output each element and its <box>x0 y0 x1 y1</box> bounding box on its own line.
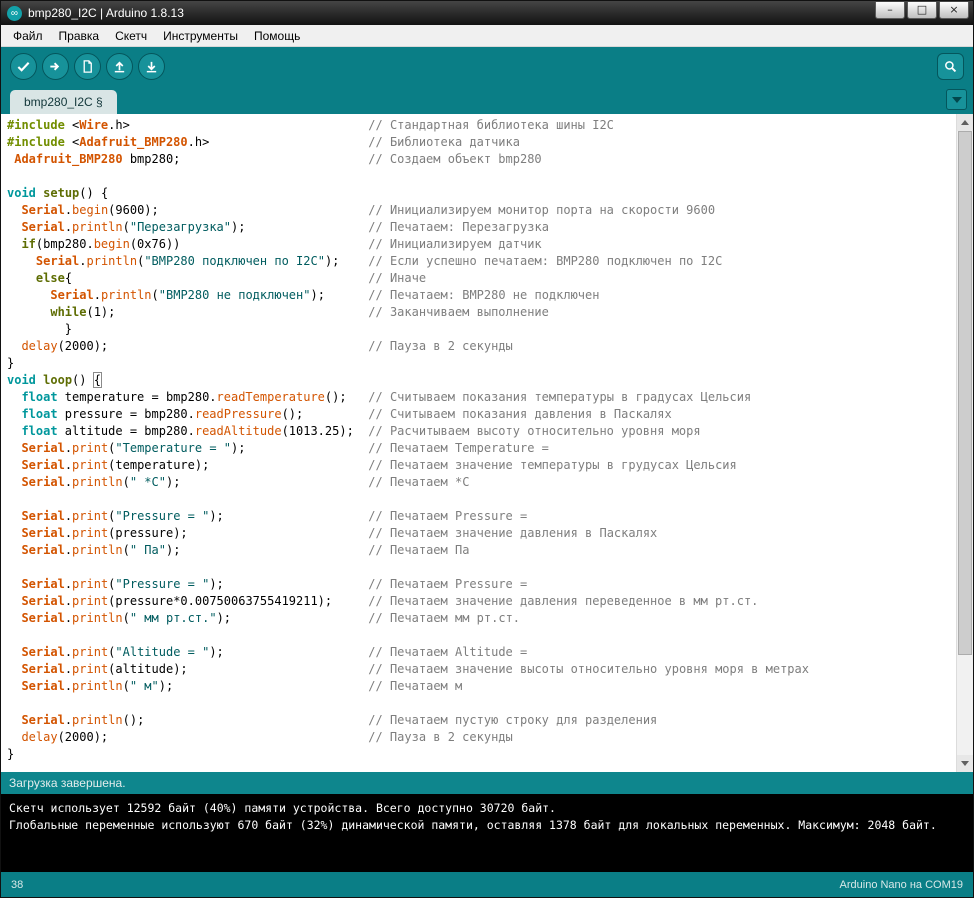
code-line: } <box>7 356 15 370</box>
code-line: void setup() { <box>7 186 109 200</box>
console-line: Глобальные переменные используют 670 бай… <box>9 818 937 832</box>
code-line: float temperature = bmp280.readTemperatu… <box>21 390 752 404</box>
code-line: Serial.println("Перезагрузка"); // Печат… <box>21 220 549 234</box>
arrow-down-icon <box>146 61 157 72</box>
scroll-down-button[interactable] <box>957 755 973 772</box>
code-line: else{ // Иначе <box>35 271 427 285</box>
arrow-right-icon <box>50 62 60 70</box>
code-line: while(1); // Заканчиваем выполнение <box>50 305 549 319</box>
menu-bar: Файл Правка Скетч Инструменты Помощь <box>1 25 973 47</box>
code-line: float altitude = bmp280.readAltitude(101… <box>21 424 701 438</box>
tab-bmp280-i2c[interactable]: bmp280_I2C § <box>10 90 117 114</box>
code-line: Serial.println(" мм рт.ст."); // Печатае… <box>21 611 521 625</box>
magnifier-icon <box>945 60 957 72</box>
arduino-logo-icon: ∞ <box>7 5 22 21</box>
code-line: Serial.println(" *C"); // Печатаем *C <box>21 475 470 489</box>
code-line: delay(2000); // Пауза в 2 секунды <box>21 339 513 353</box>
code-editor[interactable]: #include <Wire.h> // Стандартная библиот… <box>1 114 956 772</box>
code-line: } <box>7 322 73 336</box>
verify-button[interactable] <box>10 52 37 80</box>
code-line: float pressure = bmp280.readPressure(); … <box>21 407 672 421</box>
close-button[interactable]: × <box>939 2 969 19</box>
new-sketch-button[interactable] <box>74 52 101 80</box>
title-bar[interactable]: ∞ bmp280_I2C | Arduino 1.8.13 – □ × <box>1 1 973 25</box>
serial-monitor-button[interactable] <box>937 52 964 80</box>
code-line: Serial.print(altitude); // Печатаем знач… <box>21 662 809 676</box>
menu-help[interactable]: Помощь <box>246 26 308 46</box>
code-line: Serial.println(" м"); // Печатаем м <box>21 679 463 693</box>
console-output[interactable]: Скетч использует 12592 байт (40%) памяти… <box>1 794 973 872</box>
code-line: Serial.print("Pressure = "); // Печатаем… <box>21 577 528 591</box>
code-line: Serial.print(temperature); // Печатаем з… <box>21 458 737 472</box>
chevron-down-icon <box>951 96 962 103</box>
menu-tools[interactable]: Инструменты <box>155 26 246 46</box>
code-line: Serial.println("BMP280 подключен по I2C"… <box>35 254 723 268</box>
status-bar: Загрузка завершена. <box>1 772 973 794</box>
code-line: if(bmp280.begin(0x76)) // Инициализируем… <box>21 237 542 251</box>
code-line: #include <Adafruit_BMP280.h> // Библиоте… <box>7 135 520 149</box>
tab-dropdown-button[interactable] <box>946 89 967 110</box>
footer-bar: 38 Arduino Nano на COM19 <box>1 872 973 897</box>
code-line: Serial.println("BMP280 не подключен"); /… <box>50 288 600 302</box>
cursor-line-indicator: 38 <box>11 878 24 891</box>
menu-edit[interactable]: Правка <box>51 26 108 46</box>
editor-scrollbar[interactable] <box>956 114 973 772</box>
code-line: Serial.print("Altitude = "); // Печатаем… <box>21 645 528 659</box>
minimize-button[interactable]: – <box>875 2 905 19</box>
code-line: Adafruit_BMP280 bmp280; // Создаем объек… <box>14 152 542 166</box>
code-line: Serial.println(" Па"); // Печатаем Па <box>21 543 470 557</box>
tab-label: bmp280_I2C § <box>24 95 103 109</box>
board-port-label: Arduino Nano на COM19 <box>839 878 963 891</box>
window-controls: – □ × <box>875 1 969 25</box>
code-line: Serial.print(pressure*0.0075006375541921… <box>21 594 759 608</box>
triangle-down-icon <box>961 761 969 766</box>
editor-area: #include <Wire.h> // Стандартная библиот… <box>1 114 973 772</box>
scrollbar-thumb[interactable] <box>958 131 972 656</box>
check-icon <box>17 61 30 72</box>
code-line: #include <Wire.h> // Стандартная библиот… <box>7 118 614 132</box>
status-message: Загрузка завершена. <box>9 776 126 790</box>
code-line: Serial.println(); // Печатаем пустую стр… <box>21 713 658 727</box>
triangle-up-icon <box>961 120 969 125</box>
window-title: bmp280_I2C | Arduino 1.8.13 <box>28 6 184 20</box>
code-line: Serial.print("Pressure = "); // Печатаем… <box>21 509 528 523</box>
scroll-up-button[interactable] <box>957 114 973 131</box>
toolbar <box>1 47 973 85</box>
scrollbar-track[interactable] <box>957 131 973 755</box>
arrow-up-icon <box>114 61 125 72</box>
code-line: delay(2000); // Пауза в 2 секунды <box>21 730 513 744</box>
document-icon <box>83 59 92 73</box>
menu-sketch[interactable]: Скетч <box>107 26 155 46</box>
console-line: Скетч использует 12592 байт (40%) памяти… <box>9 801 556 815</box>
save-button[interactable] <box>138 52 165 80</box>
menu-file[interactable]: Файл <box>5 26 51 46</box>
tab-strip: bmp280_I2C § <box>1 85 973 114</box>
code-line: Serial.print(pressure); // Печатаем знач… <box>21 526 658 540</box>
upload-button[interactable] <box>42 52 69 80</box>
code-line: } <box>7 747 15 761</box>
maximize-button[interactable]: □ <box>907 2 937 19</box>
code-line: Serial.print("Temperature = "); // Печат… <box>21 441 549 455</box>
code-line: Serial.begin(9600); // Инициализируем мо… <box>21 203 716 217</box>
code-line: void loop() { <box>7 372 103 388</box>
arduino-ide-window: ∞ bmp280_I2C | Arduino 1.8.13 – □ × Файл… <box>0 0 974 898</box>
open-button[interactable] <box>106 52 133 80</box>
